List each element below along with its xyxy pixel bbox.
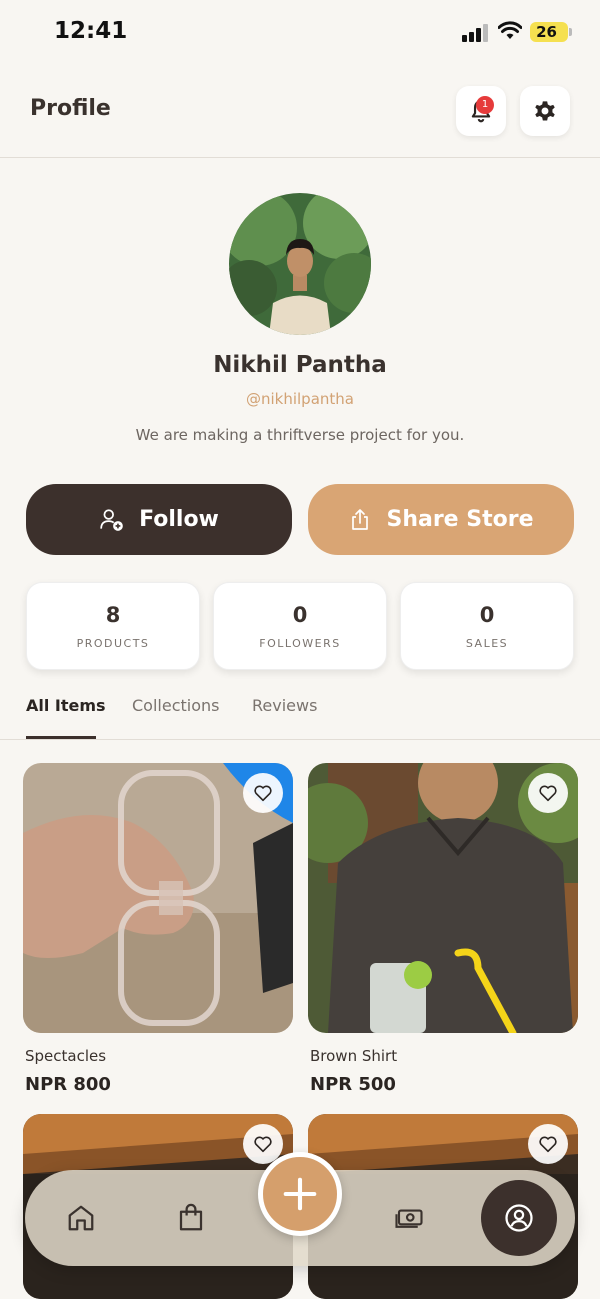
profile-name: Nikhil Pantha bbox=[213, 352, 387, 378]
nav-shop[interactable] bbox=[173, 1200, 209, 1236]
gear-icon bbox=[535, 101, 555, 121]
battery-level: 26 bbox=[536, 23, 557, 41]
add-user-icon bbox=[100, 508, 123, 531]
follow-label: Follow bbox=[139, 507, 219, 532]
status-time: 12:41 bbox=[54, 18, 128, 44]
nav-profile[interactable] bbox=[481, 1180, 557, 1256]
heart-icon bbox=[539, 785, 557, 802]
nav-home[interactable] bbox=[63, 1200, 99, 1236]
stat-products[interactable]: 8 PRODUCTS bbox=[26, 582, 200, 670]
heart-icon bbox=[254, 1136, 272, 1153]
wifi-icon bbox=[497, 21, 523, 41]
heart-icon bbox=[254, 785, 272, 802]
product-price: NPR 800 bbox=[25, 1074, 111, 1095]
product-price: NPR 500 bbox=[310, 1074, 396, 1095]
notification-badge: 1 bbox=[476, 96, 494, 114]
favorite-button[interactable] bbox=[528, 1124, 568, 1164]
product-name: Spectacles bbox=[25, 1047, 107, 1065]
stat-label: SALES bbox=[465, 637, 509, 650]
stat-label: FOLLOWERS bbox=[259, 637, 341, 650]
stat-value: 8 bbox=[105, 603, 121, 627]
profile-bio: We are making a thriftverse project for … bbox=[135, 426, 465, 444]
money-icon bbox=[395, 1209, 423, 1228]
favorite-button[interactable] bbox=[528, 773, 568, 813]
follow-button[interactable]: Follow bbox=[26, 484, 292, 555]
stat-sales[interactable]: 0 SALES bbox=[400, 582, 574, 670]
nav-add-button[interactable] bbox=[258, 1152, 342, 1236]
share-label: Share Store bbox=[386, 507, 534, 532]
product-card[interactable]: Spectacles NPR 800 bbox=[23, 763, 293, 1103]
battery-icon: 26 bbox=[530, 22, 568, 42]
product-image[interactable] bbox=[308, 763, 578, 1033]
signal-icon bbox=[462, 24, 490, 42]
profile-handle: @nikhilpantha bbox=[245, 390, 354, 408]
product-card[interactable]: Brown Shirt NPR 500 bbox=[308, 763, 578, 1103]
nav-earnings[interactable] bbox=[391, 1200, 427, 1236]
battery-tip bbox=[569, 28, 572, 36]
notifications-button[interactable]: 1 bbox=[456, 86, 506, 136]
product-name: Brown Shirt bbox=[310, 1047, 398, 1065]
share-store-button[interactable]: Share Store bbox=[308, 484, 574, 555]
stat-label: PRODUCTS bbox=[76, 637, 150, 650]
tab-all-items[interactable]: All Items bbox=[26, 696, 106, 715]
stat-followers[interactable]: 0 FOLLOWERS bbox=[213, 582, 387, 670]
share-icon bbox=[352, 508, 369, 530]
stat-value: 0 bbox=[479, 603, 495, 627]
settings-button[interactable] bbox=[520, 86, 570, 136]
tab-reviews[interactable]: Reviews bbox=[252, 696, 317, 715]
page-title: Profile bbox=[30, 96, 111, 121]
home-icon bbox=[68, 1205, 94, 1231]
header: Profile 1 bbox=[0, 70, 600, 158]
add-icon bbox=[283, 1177, 317, 1211]
heart-icon bbox=[539, 1136, 557, 1153]
profile-tabs: All Items Collections Reviews bbox=[0, 680, 600, 740]
avatar[interactable] bbox=[229, 193, 371, 335]
profile-icon bbox=[505, 1204, 533, 1232]
status-bar: 12:41 26 bbox=[0, 0, 600, 64]
favorite-button[interactable] bbox=[243, 773, 283, 813]
tab-indicator bbox=[26, 736, 96, 739]
product-image[interactable] bbox=[23, 763, 293, 1033]
bag-icon bbox=[179, 1203, 203, 1231]
stat-value: 0 bbox=[292, 603, 308, 627]
tab-collections[interactable]: Collections bbox=[132, 696, 219, 715]
